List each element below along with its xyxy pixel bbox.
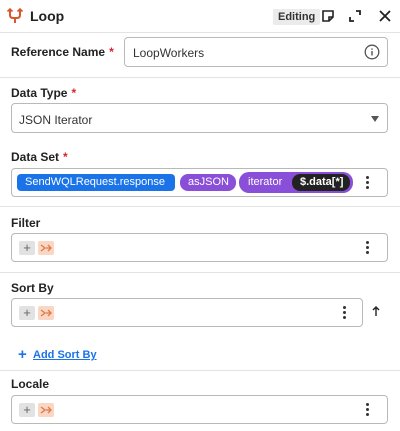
data-type-label: Data Type * bbox=[11, 86, 77, 100]
status-badge: Editing bbox=[273, 9, 321, 25]
plus-icon[interactable]: + bbox=[19, 241, 35, 255]
data-set-iterator-group[interactable]: iterator $.data[*] bbox=[239, 172, 353, 193]
plus-icon: + bbox=[18, 346, 27, 363]
required-marker: * bbox=[109, 45, 114, 59]
section-divider bbox=[0, 206, 400, 207]
data-set-label: Data Set * bbox=[11, 150, 68, 164]
chevron-down-icon bbox=[371, 116, 379, 122]
data-set-token-function[interactable]: asJSON bbox=[180, 174, 236, 191]
panel-title: Loop bbox=[30, 8, 65, 24]
data-set-token-source[interactable]: SendWQLRequest.response bbox=[17, 174, 175, 191]
locale-expression[interactable]: + bbox=[11, 395, 388, 424]
panel-header: Loop Editing bbox=[0, 0, 400, 33]
data-type-value: JSON Iterator bbox=[19, 113, 93, 127]
filter-expression[interactable]: + bbox=[11, 233, 388, 262]
info-icon[interactable] bbox=[364, 44, 380, 60]
variable-icon[interactable] bbox=[38, 241, 54, 255]
plus-icon[interactable]: + bbox=[19, 306, 35, 320]
required-marker: * bbox=[63, 150, 68, 164]
variable-icon[interactable] bbox=[38, 306, 54, 320]
note-icon[interactable] bbox=[320, 8, 336, 24]
data-set-token-iterator: iterator bbox=[248, 176, 283, 188]
reference-name-input[interactable]: LoopWorkers bbox=[124, 37, 388, 67]
filter-label: Filter bbox=[11, 216, 41, 230]
reference-name-value: LoopWorkers bbox=[133, 46, 205, 60]
data-set-expression[interactable]: SendWQLRequest.response asJSON iterator … bbox=[11, 168, 388, 197]
sort-by-expression[interactable]: + bbox=[11, 298, 363, 327]
kebab-menu-icon[interactable] bbox=[360, 402, 374, 418]
variable-icon[interactable] bbox=[38, 403, 54, 417]
kebab-menu-icon[interactable] bbox=[360, 175, 374, 191]
required-marker: * bbox=[71, 86, 77, 100]
data-set-token-path[interactable]: $.data[*] bbox=[292, 174, 350, 191]
section-divider bbox=[0, 272, 400, 273]
loop-icon bbox=[6, 7, 24, 23]
section-divider bbox=[0, 77, 400, 78]
kebab-menu-icon[interactable] bbox=[360, 240, 374, 256]
add-sort-by-label: Add Sort By bbox=[33, 349, 97, 361]
close-icon[interactable] bbox=[377, 8, 393, 24]
data-type-select[interactable]: JSON Iterator bbox=[11, 103, 388, 133]
sort-by-label: Sort By bbox=[11, 281, 54, 295]
kebab-menu-icon[interactable] bbox=[337, 305, 351, 321]
section-divider bbox=[0, 370, 400, 371]
arrow-up-icon[interactable] bbox=[371, 305, 381, 317]
locale-label: Locale bbox=[11, 377, 50, 391]
expand-icon[interactable] bbox=[347, 8, 363, 24]
reference-name-label: Reference Name * bbox=[11, 45, 114, 59]
plus-icon[interactable]: + bbox=[19, 403, 35, 417]
